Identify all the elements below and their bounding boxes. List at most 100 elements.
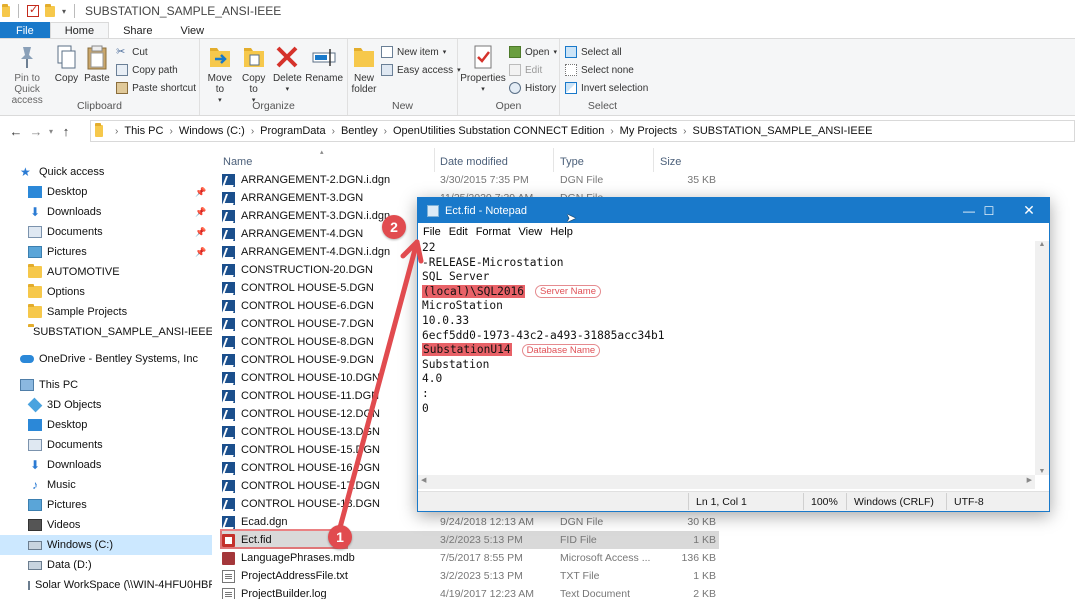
nav-pc-data-d[interactable]: Data (D:) [0, 555, 212, 575]
recent-locations-chevron-icon[interactable]: ▾ [46, 127, 56, 136]
notepad-text-area[interactable]: 22 -RELEASE-Microstation SQL Server (loc… [422, 241, 1034, 475]
file-name: CONSTRUCTION-20.DGN [241, 264, 374, 276]
address-bar[interactable]: › This PC › Windows (C:) › ProgramData ›… [90, 120, 1075, 142]
pictures-icon [28, 246, 42, 258]
new-item-button[interactable]: New item ▾ [381, 44, 461, 60]
nav-qa-automotive[interactable]: AUTOMOTIVE [0, 262, 212, 282]
breadcrumb-my-projects[interactable]: My Projects [620, 125, 677, 137]
edit-button[interactable]: Edit [509, 62, 557, 78]
history-button[interactable]: History [509, 80, 557, 96]
file-row[interactable]: LanguagePhrases.mdb 7/5/2017 8:55 PM Micro… [220, 549, 720, 567]
breadcrumb-bentley[interactable]: Bentley [341, 125, 378, 137]
text-line: 0 [422, 401, 429, 415]
nav-qa-pictures[interactable]: Pictures 📌 [0, 242, 212, 262]
file-row[interactable]: Ect.fid 3/2/2023 5:13 PM FID File 1 KB [220, 531, 719, 549]
vertical-scrollbar[interactable]: ▲ ▼ [1035, 241, 1049, 475]
invert-selection-button[interactable]: Invert selection [565, 80, 648, 96]
column-header-size[interactable]: Size [660, 152, 681, 172]
file-row[interactable]: Ecad.dgn 9/24/2018 12:13 AM DGN File 30 KB [220, 513, 720, 531]
paste-shortcut-button[interactable]: Paste shortcut [116, 80, 196, 96]
menu-help[interactable]: Help [550, 226, 573, 238]
breadcrumb-programdata[interactable]: ProgramData [260, 125, 325, 137]
nav-pc-downloads[interactable]: ⬇ Downloads [0, 455, 212, 475]
file-size: 1 KB [693, 570, 716, 582]
scroll-left-icon[interactable]: ◀ [421, 476, 426, 484]
nav-pc-music[interactable]: ♪ Music [0, 475, 212, 495]
nav-qa-downloads[interactable]: ⬇ Downloads 📌 [0, 202, 212, 222]
select-group: Select all Select none Invert selection … [560, 39, 648, 115]
breadcrumb-current-folder[interactable]: SUBSTATION_SAMPLE_ANSI-IEEE [692, 125, 872, 137]
file-name: CONTROL HOUSE-16.DGN [241, 462, 380, 474]
ribbon: Pin to Quick access Copy Paste ✂ Cut Copy… [0, 38, 1075, 116]
file-row[interactable]: ProjectAddressFile.txt 3/2/2023 5:13 PM TX… [220, 567, 720, 585]
tab-share[interactable]: Share [109, 22, 166, 39]
notepad-window[interactable]: Ect.fid - Notepad — ☐ ✕ File Edit Format… [417, 197, 1050, 512]
scroll-right-icon[interactable]: ▶ [1027, 476, 1032, 484]
scroll-down-icon[interactable]: ▼ [1035, 468, 1049, 475]
close-icon[interactable]: ✕ [1009, 198, 1049, 223]
select-none-button[interactable]: Select none [565, 62, 648, 78]
forward-arrow-icon[interactable]: → [26, 124, 46, 139]
downloads-icon: ⬇ [29, 205, 41, 219]
horizontal-scrollbar[interactable]: ◀ ▶ [418, 475, 1035, 489]
nav-pc-documents[interactable]: Documents [0, 435, 212, 455]
breadcrumb-this-pc[interactable]: This PC [124, 125, 163, 137]
nav-onedrive[interactable]: OneDrive - Bentley Systems, Inc [0, 349, 212, 369]
new-folder-icon[interactable] [45, 3, 55, 17]
nav-pc-windows-c[interactable]: Windows (C:) [0, 535, 212, 555]
dgn-file-icon [222, 263, 235, 277]
column-header-type[interactable]: Type [560, 152, 584, 172]
nav-qa-documents[interactable]: Documents 📌 [0, 222, 212, 242]
breadcrumb-windows-c[interactable]: Windows (C:) [179, 125, 245, 137]
file-name: ARRANGEMENT-3.DGN.i.dgn [241, 210, 391, 222]
scroll-up-icon[interactable]: ▲ [1035, 241, 1049, 248]
pin-icon[interactable]: 📌 [195, 227, 206, 238]
tab-file[interactable]: File [0, 22, 50, 39]
column-header-name[interactable]: Name [223, 152, 252, 172]
nav-pc-3d-objects[interactable]: 3D Objects [0, 395, 212, 415]
pin-icon[interactable]: 📌 [195, 247, 206, 258]
database-name-highlight: SubstationU14 [422, 343, 512, 357]
pin-icon[interactable]: 📌 [195, 187, 206, 198]
file-row[interactable]: ProjectBuilder.log 4/19/2017 12:23 AM Text… [220, 585, 720, 599]
tab-view[interactable]: View [166, 22, 218, 39]
file-type: DGN File [560, 516, 604, 528]
menu-edit[interactable]: Edit [449, 226, 468, 238]
nav-qa-substation-sample[interactable]: SUBSTATION_SAMPLE_ANSI-IEEE [0, 322, 212, 342]
copy-path-button[interactable]: Copy path [116, 62, 196, 78]
menu-view[interactable]: View [519, 226, 543, 238]
nav-pc-solar-workspace[interactable]: Solar WorkSpace (\\WIN-4HFU0HBP( [0, 575, 212, 595]
nav-quick-access[interactable]: ★ Quick access [0, 162, 212, 182]
menu-file[interactable]: File [423, 226, 441, 238]
nav-qa-options[interactable]: Options [0, 282, 212, 302]
nav-qa-desktop[interactable]: Desktop 📌 [0, 182, 212, 202]
nav-this-pc[interactable]: This PC [0, 375, 212, 395]
move-to-icon [207, 44, 233, 70]
nav-pc-desktop[interactable]: Desktop [0, 415, 212, 435]
cloud-icon [20, 355, 34, 363]
properties-check-icon[interactable] [27, 3, 39, 17]
column-header-date[interactable]: Date modified [440, 152, 508, 172]
tab-home[interactable]: Home [49, 22, 110, 39]
nav-qa-sample-projects[interactable]: Sample Projects [0, 302, 212, 322]
server-name-highlight: (local)\SQL2016 [422, 284, 526, 298]
easy-access-button[interactable]: Easy access ▾ [381, 62, 461, 78]
notepad-title-bar[interactable]: Ect.fid - Notepad — ☐ ✕ [418, 198, 1049, 223]
clipboard-group-label: Clipboard [77, 100, 122, 112]
select-all-button[interactable]: Select all [565, 44, 648, 60]
open-group: Properties ▾ Open ▾ Edit History Open [458, 39, 560, 115]
up-arrow-icon[interactable]: ↑ [56, 124, 76, 139]
nav-pc-videos[interactable]: Videos [0, 515, 212, 535]
pin-icon[interactable]: 📌 [195, 207, 206, 218]
menu-format[interactable]: Format [476, 226, 511, 238]
back-arrow-icon[interactable]: ← [6, 124, 26, 139]
nav-pc-pictures[interactable]: Pictures [0, 495, 212, 515]
cut-button[interactable]: ✂ Cut [116, 44, 196, 60]
cursor-position: Ln 1, Col 1 [696, 496, 747, 508]
file-row[interactable]: ARRANGEMENT-2.DGN.i.dgn 3/30/2015 7:35 PM… [220, 171, 720, 189]
maximize-icon[interactable]: ☐ [969, 198, 1009, 223]
customize-quick-access-icon[interactable]: ▾ [62, 7, 66, 16]
open-button[interactable]: Open ▾ [509, 44, 557, 60]
breadcrumb-openutilities[interactable]: OpenUtilities Substation CONNECT Edition [393, 125, 604, 137]
dgn-file-icon [222, 461, 235, 475]
